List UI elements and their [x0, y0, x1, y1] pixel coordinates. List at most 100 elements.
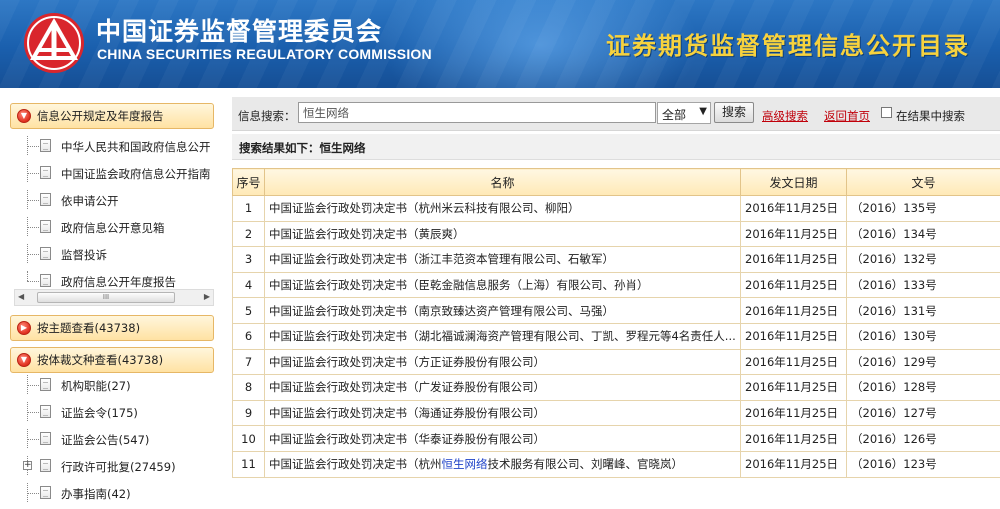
tree-item[interactable]: 中国证监会政府信息公开指南	[10, 163, 216, 183]
search-input[interactable]: 恒生网络	[298, 102, 656, 123]
cell-date: 2016年11月25日	[740, 246, 847, 273]
table-row[interactable]: 9 中国证监会行政处罚决定书（海通证券股份有限公司） 2016年11月25日 （…	[232, 399, 1000, 427]
cell-date: 2016年11月25日	[740, 348, 847, 376]
cell-name-link[interactable]: 中国证监会行政处罚决定书（方正证券股份有限公司）	[264, 348, 741, 376]
search-within-checkbox[interactable]	[881, 107, 892, 118]
col-header-date: 发文日期	[740, 168, 847, 196]
scope-selected: 全部	[662, 108, 687, 122]
csrc-logo-icon	[24, 13, 84, 73]
tree-item-label[interactable]: 政府信息公开年度报告	[61, 274, 176, 290]
col-header-name: 名称	[264, 168, 741, 196]
table-row[interactable]: 10 中国证监会行政处罚决定书（华泰证券股份有限公司） 2016年11月25日 …	[232, 425, 1000, 452]
home-link[interactable]: 返回首页	[824, 108, 870, 124]
cell-name-link[interactable]: 中国证监会行政处罚决定书（广发证券股份有限公司）	[264, 374, 741, 401]
cell-doc: （2016）127号	[846, 399, 1000, 427]
tree-item[interactable]: 监督投诉	[10, 244, 216, 264]
tree-item[interactable]: 依申请公开	[10, 190, 216, 210]
cell-doc: （2016）132号	[846, 246, 1000, 273]
tree-item[interactable]: 政府信息公开意见箱	[10, 217, 216, 237]
tree-item-label[interactable]: 中国证监会政府信息公开指南	[61, 166, 211, 182]
collapse-icon[interactable]: ▼	[17, 109, 31, 123]
tree-item[interactable]: 办事指南(42)	[10, 483, 216, 503]
document-icon	[40, 139, 51, 152]
advanced-search-link[interactable]: 高级搜索	[762, 108, 808, 124]
cell-no: 8	[232, 374, 265, 401]
scope-select[interactable]: 全部 ▼	[657, 102, 711, 124]
tree-item[interactable]: 证监会公告(547)	[10, 429, 216, 449]
panel-title: 信息公开规定及年度报告	[37, 109, 164, 123]
cell-name-link[interactable]: 中国证监会行政处罚决定书（臣乾金融信息服务（上海）有限公司、孙肖）	[264, 271, 741, 299]
cell-name-link[interactable]: 中国证监会行政处罚决定书（南京致臻达资产管理有限公司、马强）	[264, 297, 741, 324]
document-icon	[40, 247, 51, 260]
tree-item-label[interactable]: 依申请公开	[61, 193, 119, 209]
table-row[interactable]: 4 中国证监会行政处罚决定书（臣乾金融信息服务（上海）有限公司、孙肖） 2016…	[232, 271, 1000, 299]
tree-line	[27, 254, 39, 255]
tree-item-label[interactable]: 证监会公告(547)	[61, 432, 149, 448]
cell-no: 6	[232, 322, 265, 350]
sidebar: ▼ 信息公开规定及年度报告 中华人民共和国政府信息公开 中国证监会政府信息公开指…	[10, 103, 216, 509]
horizontal-scrollbar[interactable]: ◀ III ▶	[14, 289, 214, 306]
tree-item[interactable]: 证监会令(175)	[10, 402, 216, 422]
table-row[interactable]: 6 中国证监会行政处罚决定书（湖北福诚澜海资产管理有限公司、丁凯、罗程元等4名责…	[232, 322, 1000, 350]
table-row[interactable]: 8 中国证监会行政处罚决定书（广发证券股份有限公司） 2016年11月25日 （…	[232, 374, 1000, 401]
cell-name-link[interactable]: 中国证监会行政处罚决定书（华泰证券股份有限公司）	[264, 425, 741, 452]
cell-name-link[interactable]: 中国证监会行政处罚决定书（浙江丰范资本管理有限公司、石敏军）	[264, 246, 741, 273]
document-icon	[40, 459, 51, 472]
table-row[interactable]: 2 中国证监会行政处罚决定书（黄辰爽） 2016年11月25日 （2016）13…	[232, 220, 1000, 248]
cell-date: 2016年11月25日	[740, 374, 847, 401]
tree-line	[27, 227, 39, 228]
cell-no: 9	[232, 399, 265, 427]
tree-item[interactable]: 政府信息公开年度报告	[10, 271, 216, 291]
tree-item-label[interactable]: 行政许可批复(27459)	[61, 459, 176, 475]
cell-date: 2016年11月25日	[740, 220, 847, 248]
name-text: 技术服务有限公司、刘曙峰、官晓岚）	[487, 457, 684, 472]
document-icon	[40, 274, 51, 287]
cell-date: 2016年11月25日	[740, 297, 847, 324]
expand-plus-icon[interactable]: +	[23, 461, 32, 470]
dropdown-arrow-icon[interactable]: ▼	[699, 106, 707, 117]
tree-item[interactable]: 机构职能(27)	[10, 375, 216, 395]
document-icon	[40, 166, 51, 179]
expand-icon[interactable]: ▶	[17, 321, 31, 335]
tree-item-label[interactable]: 中华人民共和国政府信息公开	[61, 139, 211, 155]
scroll-thumb[interactable]: III	[37, 292, 175, 303]
tree-item-label[interactable]: 办事指南(42)	[61, 486, 131, 502]
scroll-right-icon[interactable]: ▶	[204, 292, 210, 301]
table-row[interactable]: 1 中国证监会行政处罚决定书（杭州米云科技有限公司、柳阳） 2016年11月25…	[232, 195, 1000, 222]
cell-name-link[interactable]: 中国证监会行政处罚决定书（黄辰爽）	[264, 220, 741, 248]
panel-by-genre[interactable]: ▼ 按体裁文种查看(43738)	[10, 347, 214, 373]
tree-item-label[interactable]: 证监会令(175)	[61, 405, 138, 421]
document-icon	[40, 432, 51, 445]
tree-item-label[interactable]: 监督投诉	[61, 247, 107, 263]
cell-doc: （2016）129号	[846, 348, 1000, 376]
cell-name-link[interactable]: 中国证监会行政处罚决定书（海通证券股份有限公司）	[264, 399, 741, 427]
panel-by-topic[interactable]: ▶ 按主题查看(43738)	[10, 315, 214, 341]
tree-item[interactable]: + 行政许可批复(27459)	[10, 456, 216, 476]
table-row[interactable]: 3 中国证监会行政处罚决定书（浙江丰范资本管理有限公司、石敏军） 2016年11…	[232, 246, 1000, 273]
table-row[interactable]: 11 中国证监会行政处罚决定书（杭州恒生网络技术服务有限公司、刘曙峰、官晓岚） …	[232, 450, 1000, 478]
cell-name-link[interactable]: 中国证监会行政处罚决定书（杭州恒生网络技术服务有限公司、刘曙峰、官晓岚）	[264, 450, 741, 478]
cell-no: 7	[232, 348, 265, 376]
document-icon	[40, 378, 51, 391]
tree-line	[27, 281, 39, 282]
table-row[interactable]: 7 中国证监会行政处罚决定书（方正证券股份有限公司） 2016年11月25日 （…	[232, 348, 1000, 376]
result-heading: 搜索结果如下：恒生网络	[239, 141, 366, 155]
cell-name-link[interactable]: 中国证监会行政处罚决定书（湖北福诚澜海资产管理有限公司、丁凯、罗程元等4名责任人…	[264, 322, 741, 350]
cell-date: 2016年11月25日	[740, 425, 847, 452]
panel-title: 按体裁文种查看(43738)	[37, 353, 164, 367]
search-within-label: 在结果中搜索	[896, 109, 965, 123]
tree-item-label[interactable]: 机构职能(27)	[61, 378, 131, 394]
collapse-icon[interactable]: ▼	[17, 353, 31, 367]
scroll-left-icon[interactable]: ◀	[18, 292, 24, 301]
tree-item-label[interactable]: 政府信息公开意见箱	[61, 220, 165, 236]
cell-name-link[interactable]: 中国证监会行政处罚决定书（杭州米云科技有限公司、柳阳）	[264, 195, 741, 222]
cell-no: 3	[232, 246, 265, 273]
tree-line	[27, 173, 39, 174]
cell-no: 2	[232, 220, 265, 248]
search-button[interactable]: 搜索	[714, 102, 754, 123]
header-banner: 中国证券监督管理委员会 CHINA SECURITIES REGULATORY …	[0, 0, 1000, 88]
panel-disclosure-rules[interactable]: ▼ 信息公开规定及年度报告	[10, 103, 214, 129]
table-row[interactable]: 5 中国证监会行政处罚决定书（南京致臻达资产管理有限公司、马强） 2016年11…	[232, 297, 1000, 324]
tree-item[interactable]: 中华人民共和国政府信息公开	[10, 136, 216, 156]
document-icon	[40, 193, 51, 206]
